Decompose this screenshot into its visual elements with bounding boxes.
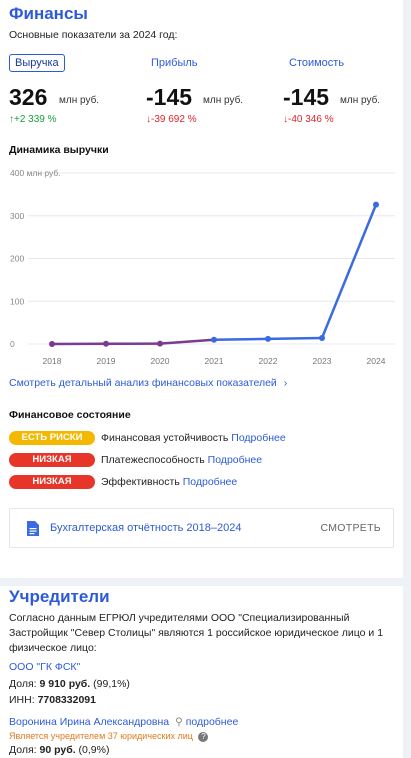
status-badge-solvency: НИЗКАЯ (9, 453, 95, 467)
tab-profit[interactable]: Прибыль (151, 57, 198, 69)
founder-person-share: Доля: 90 руб. (0,9%) (9, 744, 109, 756)
x-tick-label: 2021 (205, 356, 224, 366)
revenue-change: ↑+2 339 % (9, 114, 57, 125)
value-value: -145 (283, 84, 330, 110)
link-icon: ⚲ (175, 716, 183, 728)
data-point (103, 340, 109, 347)
state-label: Финансовая устойчивость (101, 432, 229, 444)
y-tick-label: 0 (10, 339, 15, 349)
x-tick-label: 2022 (259, 356, 278, 366)
revenue-value: 326 (9, 84, 48, 110)
more-link[interactable]: Подробнее (208, 454, 262, 466)
series-line-segment (212, 337, 270, 341)
founders-card: Учредители Согласно данным ЕГРЮЛ учредит… (0, 586, 403, 758)
y-tick-label: 400 млн руб. (10, 168, 61, 178)
x-tick-label: 2020 (151, 356, 170, 366)
founder-org-share: Доля: 9 910 руб. (99,1%) (9, 678, 130, 690)
report-card[interactable]: Бухгалтерская отчётность 2018–2024 СМОТР… (9, 508, 394, 548)
y-tick-label: 100 (10, 296, 24, 306)
data-point (49, 341, 55, 347)
revenue-unit: млн руб. (59, 95, 100, 106)
data-point (157, 340, 163, 347)
share-pct: (0,9%) (78, 744, 110, 756)
more-link[interactable]: Подробнее (231, 432, 285, 444)
profit-unit: млн руб. (203, 95, 244, 106)
series-line-segment (158, 338, 216, 345)
chart-title: Динамика выручки (9, 144, 109, 156)
share-label: Доля: (9, 744, 37, 756)
revenue-chart: 400 млн руб. 300 200 100 0 2018 2019 2020 2021 2… (10, 168, 395, 366)
founders-title: Учредители (9, 587, 110, 606)
data-point (265, 335, 271, 342)
founder-person-row: Воронина Ирина Александровна ⚲ подробнее (9, 716, 238, 728)
data-point (319, 335, 325, 342)
data-point (373, 201, 379, 208)
founder-org-link[interactable]: ООО "ГК ФСК" (9, 661, 80, 673)
founder-person-link[interactable]: Воронина Ирина Александровна (9, 716, 169, 728)
y-tick-label: 300 (10, 211, 24, 221)
founder-org-inn: ИНН: 7708332091 (9, 694, 96, 706)
profit-value: -145 (146, 84, 193, 110)
details-link[interactable]: Смотреть детальный анализ финансовых пок… (9, 377, 287, 389)
inn-value: 7708332091 (37, 694, 96, 706)
inn-label: ИНН: (9, 694, 35, 706)
finance-title: Финансы (9, 4, 88, 23)
y-tick-label: 200 (10, 254, 24, 264)
status-badge-stability: ЕСТЬ РИСКИ (9, 431, 95, 445)
state-row-stability: Финансовая устойчивость Подробнее (101, 432, 286, 444)
share-pct: (99,1%) (93, 678, 130, 690)
state-title: Финансовое состояние (9, 409, 131, 421)
x-tick-label: 2018 (43, 356, 62, 366)
x-tick-label: 2024 (367, 356, 386, 366)
view-button[interactable]: СМОТРЕТЬ (320, 522, 381, 534)
value-unit: млн руб. (340, 95, 381, 106)
person-note-text: Является учредителем 37 юридических лиц (9, 731, 193, 741)
document-icon (27, 521, 39, 536)
details-link-label: Смотреть детальный анализ финансовых пок… (9, 377, 277, 389)
state-label: Эффективность (101, 476, 180, 488)
more-link[interactable]: Подробнее (183, 476, 237, 488)
series-line-segment (320, 203, 378, 340)
finance-card: Финансы Основные показатели за 2024 год:… (0, 0, 403, 578)
status-badge-efficiency: НИЗКАЯ (9, 475, 95, 489)
founder-person-note: Является учредителем 37 юридических лиц … (9, 731, 209, 742)
report-link[interactable]: Бухгалтерская отчётность 2018–2024 (50, 522, 242, 534)
tab-revenue[interactable]: Выручка (9, 54, 65, 72)
x-tick-label: 2019 (97, 356, 116, 366)
state-label: Платежеспособность (101, 454, 205, 466)
state-row-solvency: Платежеспособность Подробнее (101, 454, 262, 466)
help-icon[interactable]: ? (198, 732, 209, 742)
share-label: Доля: (9, 678, 37, 690)
share-value: 90 руб. (39, 744, 76, 756)
series-line-segment (266, 336, 324, 341)
share-value: 9 910 руб. (39, 678, 91, 690)
founders-text: Согласно данным ЕГРЮЛ учредителями ООО "… (9, 612, 384, 654)
profit-change: ↓-39 692 % (146, 114, 197, 125)
state-row-efficiency: Эффективность Подробнее (101, 476, 237, 488)
data-point (211, 336, 217, 343)
x-tick-label: 2023 (313, 356, 332, 366)
chevron-right-icon: › (283, 377, 288, 389)
person-more-link[interactable]: подробнее (186, 716, 239, 728)
finance-subtitle: Основные показатели за 2024 год: (9, 29, 178, 41)
value-change: ↓-40 346 % (283, 114, 334, 125)
tab-value[interactable]: Стоимость (289, 57, 344, 69)
